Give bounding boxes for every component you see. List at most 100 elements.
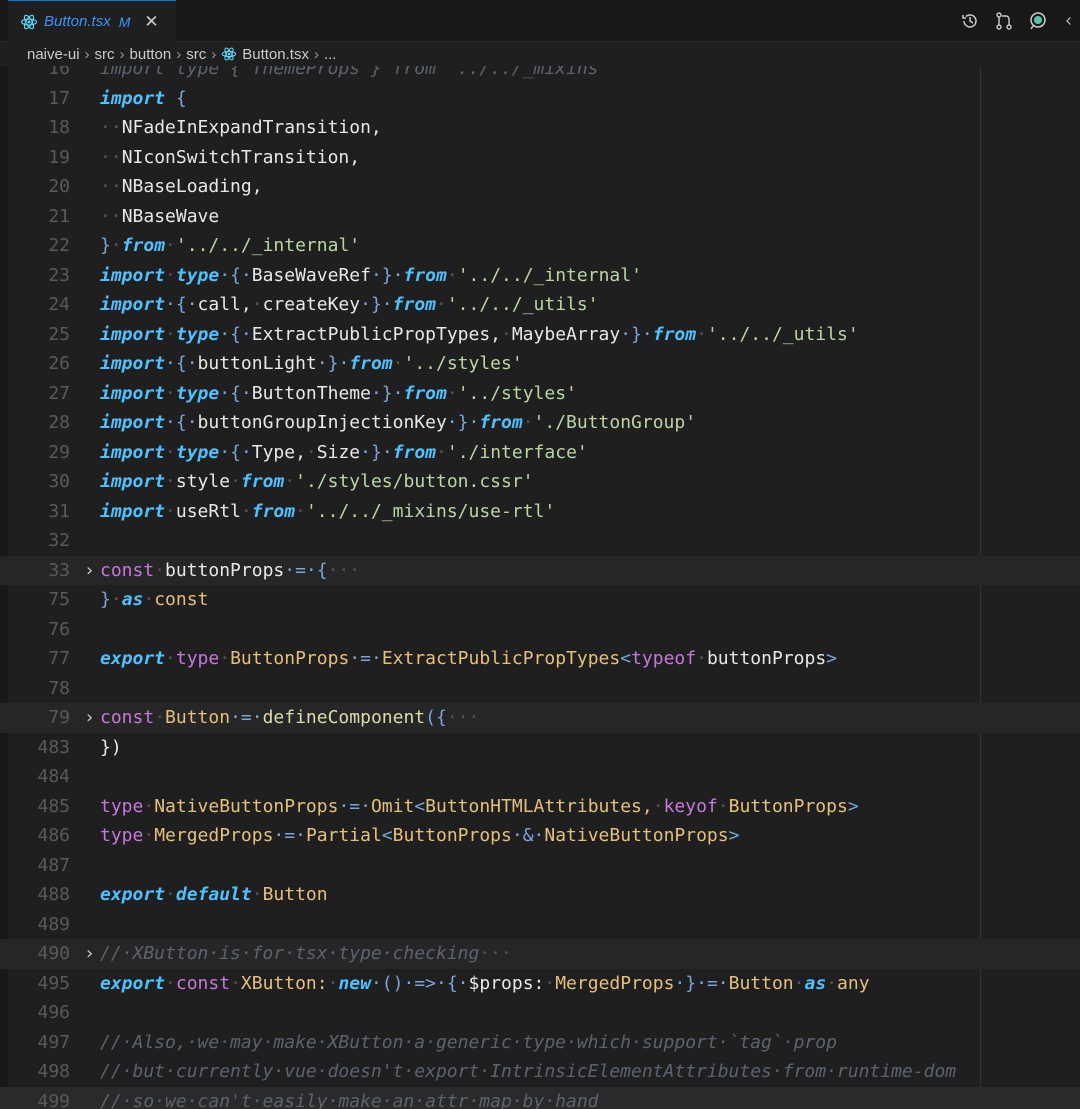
code-line[interactable]: 30 import·style·from·'./styles/button.css… bbox=[0, 467, 1080, 497]
copilot-chat-icon[interactable] bbox=[1028, 11, 1048, 31]
breadcrumb-item[interactable]: naive-ui bbox=[27, 46, 80, 63]
code-line[interactable]: 483}) bbox=[0, 733, 1080, 763]
code-token: './interface' bbox=[446, 441, 588, 463]
code-line[interactable]: 486 type·MergedProps·=·Partial<ButtonProp… bbox=[0, 821, 1080, 851]
breadcrumb-item[interactable]: button bbox=[130, 46, 172, 63]
code-line[interactable]: 76 bbox=[0, 615, 1080, 645]
code-token: · bbox=[295, 500, 306, 522]
code-token: typeof bbox=[631, 648, 697, 669]
code-line[interactable]: 75}·as·const bbox=[0, 585, 1080, 615]
line-number: 33 bbox=[48, 559, 70, 581]
code-line[interactable]: 495 export·const·XButton:·new·()·=>·{·$pr… bbox=[0, 969, 1080, 999]
code-line[interactable]: 21 ··NBaseWave bbox=[0, 202, 1080, 232]
code-line[interactable]: 496 bbox=[0, 998, 1080, 1028]
code-text: ··NIconSwitchTransition, bbox=[100, 143, 360, 173]
code-token: '../../_utils' bbox=[706, 323, 859, 345]
code-token: export bbox=[100, 884, 166, 905]
code-token: ·}· bbox=[370, 264, 404, 286]
fold-chevron-icon[interactable]: › bbox=[84, 939, 95, 969]
code-token: < bbox=[620, 648, 632, 669]
code-token: ··· bbox=[479, 943, 512, 964]
code-token: < bbox=[381, 825, 393, 846]
tab-title: Button.tsx bbox=[44, 13, 111, 30]
code-line[interactable]: 28 import·{·buttonGroupInjectionKey·}·fro… bbox=[0, 408, 1080, 438]
code-token: ··· bbox=[327, 559, 361, 581]
code-text: import·type·{·BaseWaveRef·}·from·'../../… bbox=[100, 261, 642, 291]
code-token: ExtractPublicPropTypes, bbox=[251, 323, 501, 345]
code-line[interactable]: 29 import·type·{·Type,·Size·}·from·'./int… bbox=[0, 438, 1080, 468]
code-line[interactable]: 18 ··NFadeInExpandTransition, bbox=[0, 113, 1080, 143]
code-line[interactable]: 487 bbox=[0, 851, 1080, 881]
code-line[interactable]: 24 import·{·call,·createKey·}·from·'../..… bbox=[0, 290, 1080, 320]
line-number: 18 bbox=[48, 117, 70, 138]
code-token: · bbox=[305, 441, 317, 463]
code-token: createKey bbox=[262, 294, 361, 315]
breadcrumb-item[interactable]: ... bbox=[324, 46, 337, 63]
code-line[interactable]: 25 import·type·{·ExtractPublicPropTypes,·… bbox=[0, 320, 1080, 350]
code-line[interactable]: 484 bbox=[0, 762, 1080, 792]
code-line[interactable]: 489 bbox=[0, 910, 1080, 940]
code-text: //·but·currently·vue·doesn't·export·Intr… bbox=[100, 1057, 956, 1087]
code-token: · bbox=[165, 500, 176, 522]
code-line[interactable]: 488 export·default·Button bbox=[0, 880, 1080, 910]
code-text: }·as·const bbox=[100, 585, 208, 615]
breadcrumb-item[interactable]: src bbox=[186, 46, 206, 63]
code-line[interactable]: 20 ··NBaseLoading, bbox=[0, 172, 1080, 202]
code-token: './styles/button.cssr' bbox=[295, 471, 534, 492]
code-editor[interactable]: 16 import type { ThemeProps } from '../..… bbox=[0, 66, 1080, 1109]
code-line[interactable]: 485 type·NativeButtonProps·=·Omit<ButtonH… bbox=[0, 792, 1080, 822]
code-token: import bbox=[100, 382, 166, 404]
code-token: call, bbox=[197, 294, 252, 315]
code-line[interactable]: 78 bbox=[0, 674, 1080, 704]
code-line[interactable]: 31 import·useRtl·from·'../../_mixins/use-… bbox=[0, 497, 1080, 527]
more-actions-icon[interactable] bbox=[1062, 11, 1076, 31]
line-number: 77 bbox=[48, 648, 70, 669]
code-token: Button bbox=[165, 707, 231, 728]
code-token: from bbox=[392, 441, 437, 463]
code-token: buttonLight bbox=[197, 353, 317, 374]
code-token: ·}· bbox=[446, 412, 480, 433]
code-token: · bbox=[522, 412, 534, 433]
code-token: { bbox=[165, 87, 187, 109]
fold-chevron-icon[interactable]: › bbox=[84, 556, 95, 586]
fold-chevron-icon[interactable]: › bbox=[84, 703, 95, 733]
code-token: } bbox=[100, 235, 111, 256]
code-token: import bbox=[100, 87, 166, 109]
tab-button-tsx[interactable]: Button.tsx M ✕ bbox=[8, 0, 176, 42]
code-token: · bbox=[717, 795, 729, 817]
code-line[interactable]: 33 › const·buttonProps·=·{··· bbox=[0, 555, 1080, 586]
code-line[interactable]: 27 import·type·{·ButtonTheme·}·from·'../s… bbox=[0, 379, 1080, 409]
code-line[interactable]: 499 //·so·we·can't·easily·make·an·attr·ma… bbox=[0, 1086, 1080, 1109]
code-line[interactable]: 23 import·type·{·BaseWaveRef·}·from·'../.… bbox=[0, 261, 1080, 291]
code-line[interactable]: 26 import·{·buttonLight·}·from·'../styles… bbox=[0, 349, 1080, 379]
line-number: 483 bbox=[37, 736, 70, 758]
code-token: · bbox=[110, 235, 122, 256]
code-line[interactable]: 19 ··NIconSwitchTransition, bbox=[0, 143, 1080, 173]
code-line[interactable]: 79 › const·Button·=·defineComponent({··· bbox=[0, 703, 1080, 733]
breadcrumb-item[interactable]: src bbox=[95, 46, 115, 63]
code-line[interactable]: 77 export·type·ButtonProps·=·ExtractPubli… bbox=[0, 644, 1080, 674]
code-line[interactable]: 497 //·Also,·we·may·make·XButton·a·generi… bbox=[0, 1028, 1080, 1058]
code-token: NativeButtonProps bbox=[544, 825, 729, 846]
code-token: ·{· bbox=[165, 353, 198, 374]
close-tab-icon[interactable]: ✕ bbox=[144, 13, 158, 30]
code-token: buttonGroupInjectionKey bbox=[197, 412, 447, 433]
code-line[interactable]: 32 bbox=[0, 526, 1080, 556]
breadcrumb-item[interactable]: Button.tsx bbox=[242, 46, 309, 63]
code-line[interactable]: 16 import type { ThemeProps } from '../..… bbox=[0, 66, 1080, 84]
code-token: from bbox=[652, 323, 697, 345]
code-token: · bbox=[230, 471, 241, 492]
code-line[interactable]: 490 ›//·XButton·is·for·tsx·type·checking·… bbox=[0, 939, 1080, 969]
line-number: 24 bbox=[48, 294, 70, 315]
code-text: export·default·Button bbox=[100, 880, 328, 910]
code-text: ··NBaseLoading, bbox=[100, 172, 263, 202]
history-icon[interactable] bbox=[960, 11, 980, 31]
code-text: import·{·buttonLight·}·from·'../styles' bbox=[100, 349, 523, 379]
code-token: · bbox=[165, 323, 176, 345]
code-line[interactable]: 22}·from·'../../_internal' bbox=[0, 231, 1080, 261]
source-control-icon[interactable] bbox=[994, 11, 1014, 31]
code-token: · bbox=[165, 235, 176, 256]
code-token: · bbox=[165, 972, 176, 994]
code-line[interactable]: 17 import { bbox=[0, 84, 1080, 114]
code-line[interactable]: 498 //·but·currently·vue·doesn't·export·I… bbox=[0, 1057, 1080, 1087]
